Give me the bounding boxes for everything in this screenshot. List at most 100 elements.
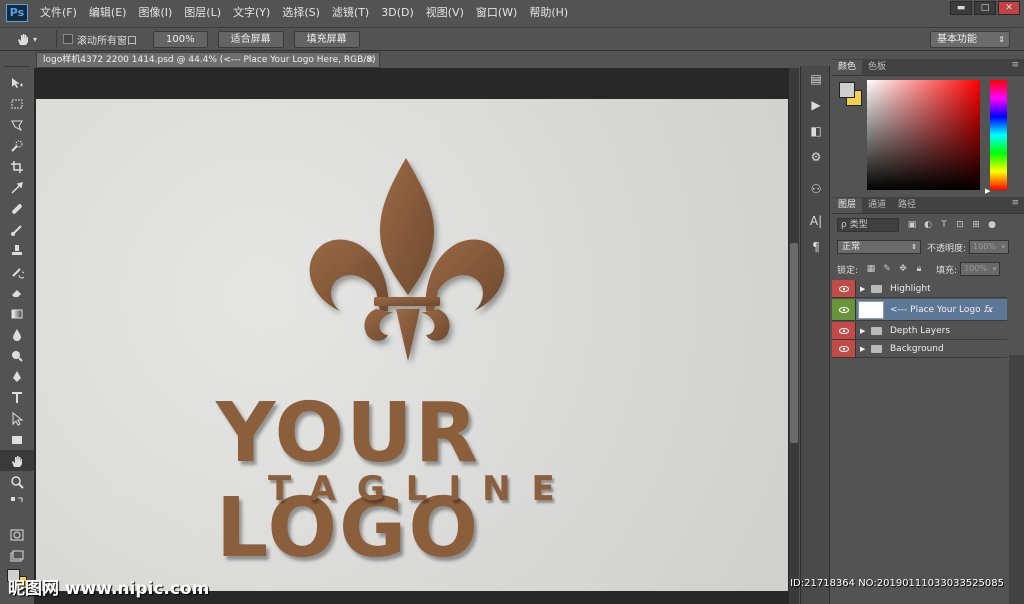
color-spectrum[interactable] [867, 80, 980, 190]
actual-pixels-button[interactable]: 100% [153, 30, 208, 48]
layer-name: Highlight [890, 283, 931, 294]
type-tool[interactable] [0, 387, 34, 408]
menu-window[interactable]: 窗口(W) [470, 0, 523, 26]
healing-brush-tool[interactable] [0, 198, 34, 219]
tab-layers[interactable]: 图层 [832, 198, 863, 213]
fill-input[interactable]: 100% ▾ [960, 262, 1001, 276]
rectangle-icon [12, 435, 22, 444]
hand-icon [18, 34, 28, 45]
adjustments-icon[interactable]: ◧ [801, 118, 831, 144]
panel-icon-strip: ▤ ▶ ◧ ⚙ ⚇ A| ¶ [800, 66, 830, 604]
screen-mode-button[interactable] [0, 546, 34, 567]
menu-image[interactable]: 图像(I) [132, 0, 178, 26]
chevron-down-icon: ▾ [992, 265, 997, 273]
type-filter-icon[interactable]: T [937, 218, 951, 232]
swap-colors[interactable] [0, 492, 34, 513]
layer-row[interactable]: ▶ Highlight [832, 280, 1007, 298]
menu-type[interactable]: 文字(Y) [227, 0, 276, 26]
layers-scrollbar[interactable] [1009, 355, 1024, 604]
menu-select[interactable]: 选择(S) [276, 0, 326, 26]
history-brush-tool[interactable] [0, 261, 34, 282]
brush-tool[interactable] [0, 219, 34, 240]
fx-icon[interactable]: fx [985, 305, 994, 315]
opacity-input[interactable]: 100% ▾ [969, 240, 1010, 254]
eye-icon[interactable] [832, 299, 856, 320]
properties-icon[interactable]: ⚙ [801, 144, 831, 170]
eye-icon[interactable] [832, 280, 856, 297]
hue-slider[interactable] [990, 80, 1007, 190]
close-tab-icon[interactable]: × [366, 53, 374, 67]
blur-tool[interactable] [0, 324, 34, 345]
workspace-select[interactable]: 基本功能 ⇕ [930, 31, 1010, 48]
close-button[interactable]: ✕ [998, 1, 1020, 15]
minimize-button[interactable]: ▬ [950, 1, 972, 15]
eraser-tool[interactable] [0, 282, 34, 303]
tool-preset-picker[interactable]: ▾ [16, 29, 50, 49]
character-icon[interactable]: A| [801, 208, 831, 234]
scroll-all-checkbox[interactable] [63, 34, 73, 44]
dodge-icon [12, 350, 23, 362]
layer-row-selected[interactable]: <--- Place Your Logo ... fx [832, 299, 1007, 321]
restore-button[interactable]: □ [974, 1, 996, 15]
layer-filter-row: ρ 类型 ▣ ◐ T ⊡ ⊞ ● [832, 214, 1024, 236]
vertical-scrollbar[interactable] [789, 68, 799, 604]
layer-row[interactable]: ▶ Background [832, 340, 1007, 358]
path-select-tool[interactable] [0, 408, 34, 429]
menu-layer[interactable]: 图层(L) [178, 0, 227, 26]
clone-stamp-tool[interactable] [0, 240, 34, 261]
pen-tool[interactable] [0, 366, 34, 387]
tab-paths[interactable]: 路径 [892, 198, 922, 213]
stamp-icon [12, 244, 22, 255]
lock-position-icon[interactable]: ✥ [896, 262, 910, 276]
opacity-label: 不透明度: [927, 243, 967, 254]
foreground-color-picker[interactable] [839, 82, 855, 98]
move-tool[interactable] [0, 72, 34, 93]
gradient-tool[interactable] [0, 303, 34, 324]
smart-object-filter-icon[interactable]: ⊞ [969, 218, 983, 232]
shape-tool[interactable] [0, 429, 34, 450]
menu-filter[interactable]: 滤镜(T) [326, 0, 375, 26]
document-tab[interactable]: logo样机4372 2200 1414.psd @ 44.4% (<--- P… [36, 52, 380, 68]
expand-triangle-icon[interactable]: ▶ [860, 345, 868, 353]
expand-triangle-icon[interactable]: ▶ [860, 327, 868, 335]
panel-menu-icon[interactable]: ≡ [1011, 198, 1019, 208]
menu-edit[interactable]: 编辑(E) [83, 0, 133, 26]
filter-toggle-icon[interactable]: ● [985, 218, 999, 232]
menu-file[interactable]: 文件(F) [34, 0, 83, 26]
fit-screen-button[interactable]: 适合屏幕 [217, 30, 284, 48]
tab-channels[interactable]: 通道 [862, 198, 892, 213]
layer-row[interactable]: ▶ Depth Layers [832, 322, 1007, 340]
adjustment-filter-icon[interactable]: ◐ [921, 218, 935, 232]
actions-play-icon[interactable]: ▶ [801, 92, 831, 118]
history-icon[interactable]: ▤ [801, 66, 831, 92]
crop-tool[interactable] [0, 156, 34, 177]
quick-select-tool[interactable] [0, 135, 34, 156]
marquee-tool[interactable] [0, 93, 34, 114]
zoom-tool[interactable] [0, 471, 34, 492]
layer-kind-filter[interactable]: ρ 类型 [837, 218, 899, 232]
lock-all-icon[interactable]: 🔒︎ [912, 262, 926, 276]
hand-tool[interactable] [0, 450, 34, 471]
eye-icon[interactable] [832, 340, 856, 357]
menu-view[interactable]: 视图(V) [420, 0, 470, 26]
eyedropper-tool[interactable] [0, 177, 34, 198]
scroll-thumb[interactable] [790, 243, 798, 443]
lasso-tool[interactable] [0, 114, 34, 135]
hue-slider-marker[interactable]: ▶ [985, 187, 990, 195]
pixel-filter-icon[interactable]: ▣ [905, 218, 919, 232]
lock-transparency-icon[interactable]: ▦ [864, 262, 878, 276]
quick-mask-button[interactable] [0, 524, 34, 545]
menu-help[interactable]: 帮助(H) [523, 0, 574, 26]
hand-icon [12, 455, 22, 467]
menu-3d[interactable]: 3D(D) [375, 0, 420, 26]
brush-panel-icon[interactable]: ⚇ [801, 176, 831, 202]
dodge-tool[interactable] [0, 345, 34, 366]
blend-mode-select[interactable]: 正常 ⇕ [837, 240, 921, 254]
expand-triangle-icon[interactable]: ▶ [860, 285, 868, 293]
canvas[interactable]: YOUR LOGO TAGLINE [36, 99, 788, 591]
lock-pixels-icon[interactable]: ✎ [880, 262, 894, 276]
fill-screen-button[interactable]: 填充屏幕 [293, 30, 360, 48]
paragraph-icon[interactable]: ¶ [801, 234, 831, 260]
eye-icon[interactable] [832, 322, 856, 339]
shape-filter-icon[interactable]: ⊡ [953, 218, 967, 232]
